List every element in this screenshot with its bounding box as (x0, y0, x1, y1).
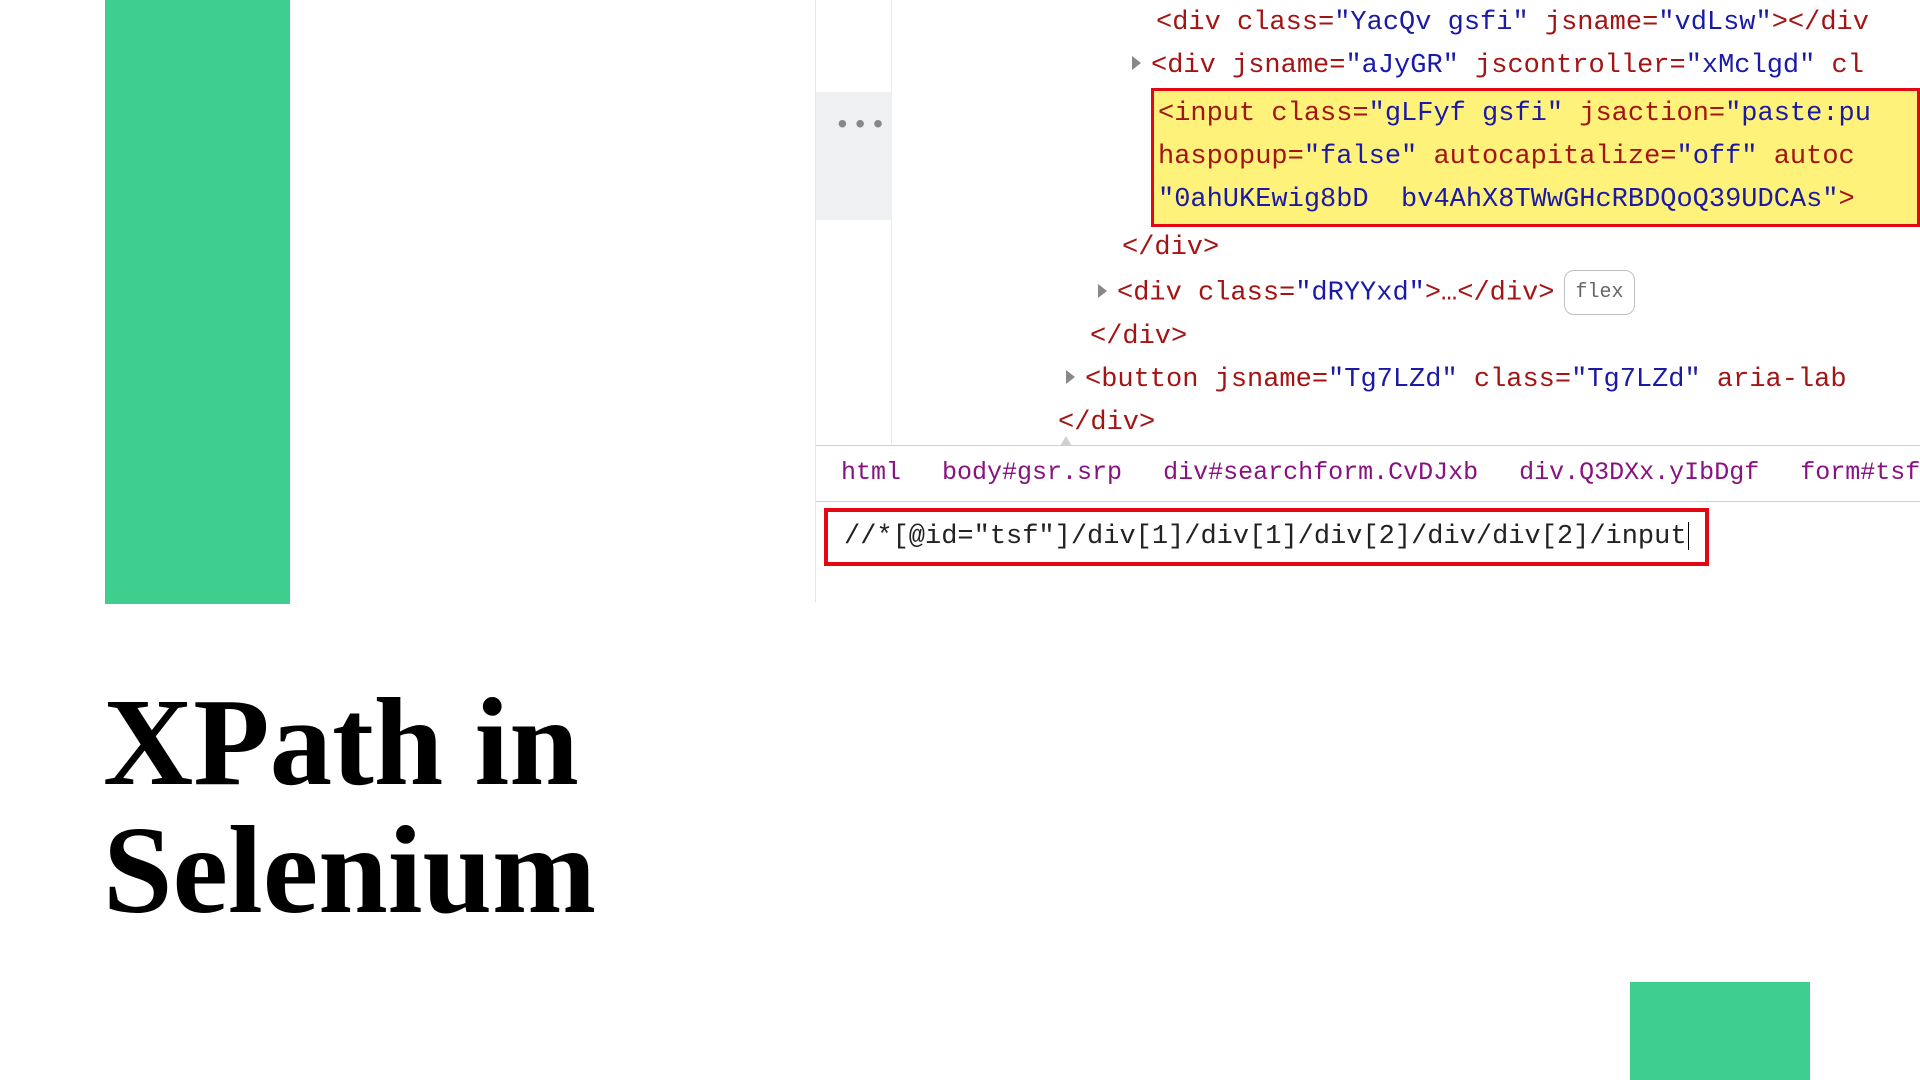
slide-title: XPath in Selenium (103, 680, 596, 935)
text-cursor-icon (1688, 522, 1689, 550)
green-accent-top (105, 0, 290, 604)
breadcrumb-item[interactable]: form#tsf. (1800, 458, 1920, 487)
breadcrumb-item[interactable]: div#searchform.CvDJxb (1163, 458, 1478, 487)
expand-arrow-icon[interactable] (1066, 370, 1075, 384)
dom-breadcrumbs[interactable]: html body#gsr.srp div#searchform.CvDJxb … (816, 445, 1920, 501)
breadcrumb-item[interactable]: div.Q3DXx.yIbDgf (1519, 458, 1759, 487)
title-line-1: XPath in (103, 674, 579, 812)
code-close-div-3[interactable]: </div> (816, 402, 1920, 445)
expand-arrow-icon[interactable] (1098, 284, 1107, 298)
code-close-div-1[interactable]: </div> (816, 227, 1920, 270)
expand-arrow-icon[interactable] (1132, 56, 1141, 70)
code-close-div-2[interactable]: </div> (816, 316, 1920, 359)
flex-badge[interactable]: flex (1564, 270, 1634, 315)
breadcrumb-item[interactable]: body#gsr.srp (942, 458, 1122, 487)
devtools-panel: ••• <div class="YacQv gsfi" jsname="vdLs… (815, 0, 1920, 602)
breadcrumb-pointer-icon (1060, 436, 1072, 446)
title-line-2: Selenium (103, 802, 596, 940)
xpath-search-input[interactable]: //*[@id="tsf"]/div[1]/div[1]/div[2]/div/… (824, 508, 1709, 566)
highlighted-input-element[interactable]: <input class="gLFyf gsfi" jsaction="past… (1151, 88, 1920, 227)
code-line-dryyxd[interactable]: <div class="dRYYxd">…</div>flex (816, 270, 1920, 316)
code-line-div1[interactable]: <div class="YacQv gsfi" jsname="vdLsw"><… (816, 2, 1920, 45)
breadcrumb-item[interactable]: html (841, 458, 901, 487)
xpath-search-wrap: //*[@id="tsf"]/div[1]/div[1]/div[2]/div/… (816, 501, 1920, 566)
elements-code-area: ••• <div class="YacQv gsfi" jsname="vdLs… (816, 0, 1920, 445)
ellipsis-icon: ••• (834, 105, 887, 148)
code-line-button[interactable]: <button jsname="Tg7LZd" class="Tg7LZd" a… (816, 359, 1920, 402)
green-accent-bottom (1630, 982, 1810, 1080)
code-line-div2[interactable]: <div jsname="aJyGR" jscontroller="xMclgd… (816, 45, 1920, 88)
